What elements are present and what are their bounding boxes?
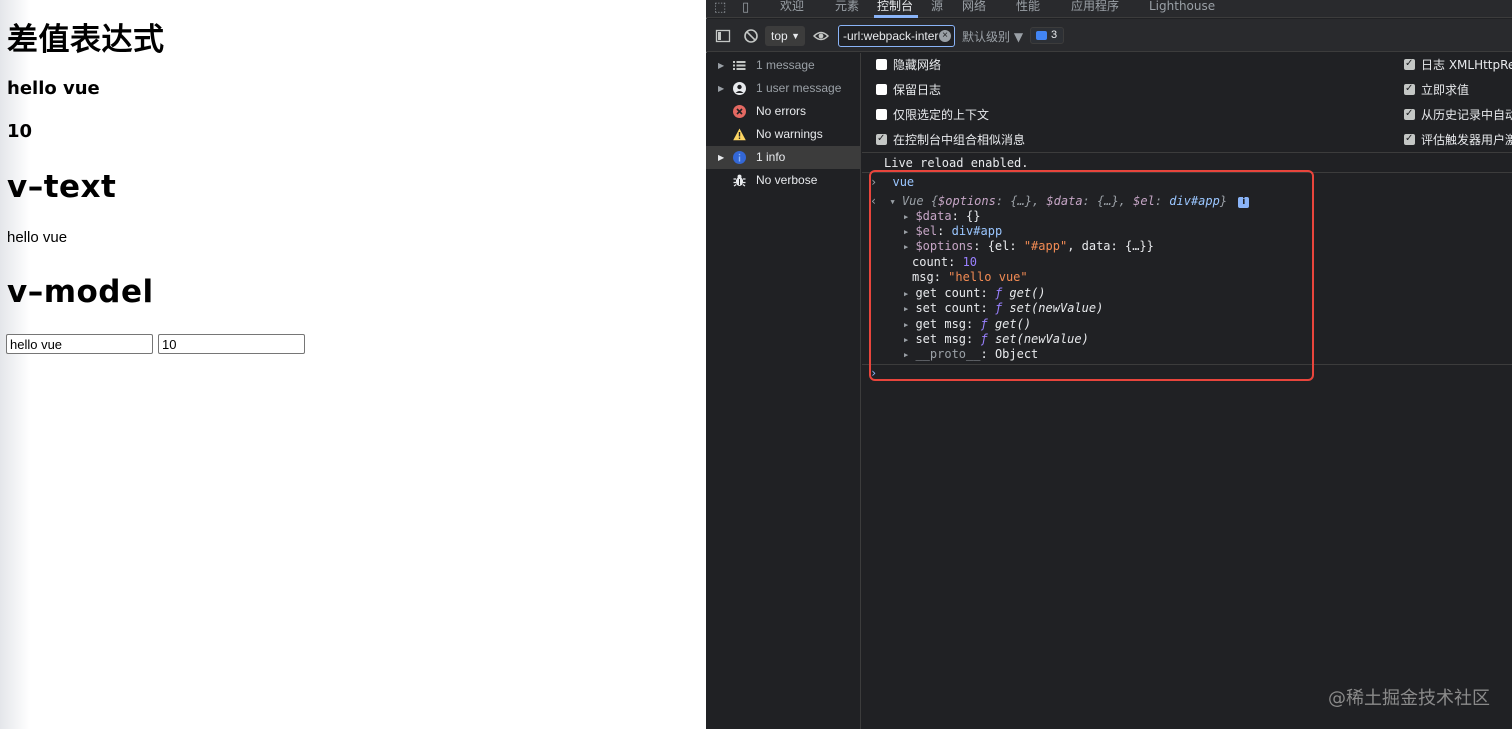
- info-icon: [733, 151, 746, 164]
- window-edge-shadow: [0, 0, 30, 729]
- tab-performance[interactable]: 性能: [1016, 0, 1040, 12]
- active-tab-indicator: [874, 15, 918, 18]
- checkbox-label: 立即求值: [1421, 83, 1470, 97]
- checkbox[interactable]: [876, 109, 887, 120]
- tab-application[interactable]: 应用程序: [1071, 0, 1119, 12]
- devtools-panel: ⬚ ▯ 欢迎 元素 控制台 源 网络 性能 应用程序 Lighthouse to…: [706, 0, 1512, 729]
- tab-welcome[interactable]: 欢迎: [780, 0, 804, 12]
- user-icon: [733, 82, 746, 95]
- tab-elements[interactable]: 元素: [835, 0, 859, 12]
- checkbox-checked[interactable]: [1404, 132, 1415, 146]
- sidebar-item-label: No errors: [756, 104, 807, 118]
- filter-input[interactable]: -url:webpack-inter ×: [838, 25, 955, 47]
- checkbox-checked[interactable]: [1404, 82, 1415, 96]
- inspect-element-icon[interactable]: ⬚: [714, 0, 726, 13]
- text-count: 10: [7, 121, 33, 142]
- tab-lighthouse[interactable]: Lighthouse: [1149, 0, 1215, 12]
- checkbox-checked[interactable]: [1404, 57, 1415, 71]
- live-expression-eye-icon[interactable]: [813, 28, 829, 44]
- sidebar-item-errors[interactable]: No errors: [706, 100, 861, 123]
- heading-v-model: v–model: [7, 274, 154, 310]
- warning-icon: [733, 128, 746, 141]
- sidebar-item-messages[interactable]: ▶ 1 message: [706, 54, 861, 77]
- tab-sources[interactable]: 源: [931, 0, 943, 12]
- console-message-live-reload: Live reload enabled.: [884, 156, 1029, 170]
- sidebar-item-label: 1 message: [756, 58, 815, 72]
- checkbox[interactable]: [876, 84, 887, 95]
- watermark-text: @稀土掘金技术社区: [1328, 688, 1490, 709]
- sidebar-item-warnings[interactable]: No warnings: [706, 123, 861, 146]
- checkbox-label: 隐藏网络: [893, 58, 942, 72]
- issues-counter[interactable]: 3: [1030, 27, 1064, 44]
- checkbox-label: 仅限选定的上下文: [893, 108, 990, 122]
- heading-interpolation: 差值表达式: [7, 22, 165, 58]
- v-text-output: hello vue: [7, 229, 68, 246]
- bug-icon: [733, 174, 746, 187]
- checkbox-label: 评估触发器用户激活: [1421, 133, 1512, 147]
- count-input[interactable]: [158, 334, 305, 354]
- checkbox-label: 保留日志: [893, 83, 942, 97]
- checkbox-label: 日志 XMLHttpRequ: [1421, 58, 1512, 72]
- msg-input[interactable]: [6, 334, 153, 354]
- device-toolbar-icon[interactable]: ▯: [742, 0, 749, 13]
- tab-network[interactable]: 网络: [962, 0, 986, 12]
- sidebar-item-label: No verbose: [756, 173, 818, 187]
- expand-arrow-icon[interactable]: ▶: [718, 54, 724, 77]
- error-icon: [733, 105, 746, 118]
- log-levels-dropdown[interactable]: 默认级别 ▼: [962, 28, 1023, 45]
- webpage-viewport: 差值表达式 hello vue 10 v–text hello vue v–mo…: [0, 0, 706, 729]
- sidebar-item-verbose[interactable]: No verbose: [706, 169, 861, 192]
- expand-arrow-icon[interactable]: ▶: [718, 146, 724, 169]
- context-selector[interactable]: top ▼: [765, 26, 805, 46]
- devtools-tab-bar: ⬚ ▯ 欢迎 元素 控制台 源 网络 性能 应用程序 Lighthouse: [706, 0, 1512, 18]
- console-settings: 隐藏网络 保留日志 仅限选定的上下文 在控制台中组合相似消息 日志 XMLHtt…: [862, 53, 1512, 153]
- list-icon: [733, 61, 746, 70]
- highlight-annotation-box: [869, 170, 1314, 381]
- issues-count: 3: [1051, 29, 1058, 41]
- checkbox-label: 从历史记录中自动完: [1421, 108, 1512, 122]
- filter-text: -url:webpack-inter: [843, 29, 939, 43]
- tab-console[interactable]: 控制台: [877, 0, 913, 12]
- message-icon: [1036, 31, 1047, 40]
- console-toolbar: top ▼ -url:webpack-inter × 默认级别 ▼ 3: [706, 19, 1512, 52]
- checkbox[interactable]: [876, 59, 887, 70]
- heading-v-text: v–text: [7, 169, 117, 205]
- sidebar-toggle-icon[interactable]: [715, 28, 731, 44]
- sidebar-item-label: No warnings: [756, 127, 823, 141]
- checkbox-label: 在控制台中组合相似消息: [893, 133, 1026, 147]
- console-sidebar: ▶ 1 message ▶ 1 user message No errors N…: [706, 53, 861, 729]
- sidebar-item-label: 1 info: [756, 150, 786, 164]
- chevron-down-icon: ▼: [791, 31, 800, 41]
- clear-filter-icon[interactable]: ×: [939, 30, 951, 42]
- checkbox-checked[interactable]: [1404, 107, 1415, 121]
- text-msg: hello vue: [7, 78, 100, 99]
- context-label: top: [771, 29, 788, 43]
- sidebar-item-user-messages[interactable]: ▶ 1 user message: [706, 77, 861, 100]
- sidebar-item-label: 1 user message: [756, 81, 842, 95]
- sidebar-item-info[interactable]: ▶ 1 info: [706, 146, 861, 169]
- expand-arrow-icon[interactable]: ▶: [718, 77, 724, 100]
- checkbox-checked[interactable]: [876, 132, 887, 146]
- clear-console-icon[interactable]: [743, 28, 759, 44]
